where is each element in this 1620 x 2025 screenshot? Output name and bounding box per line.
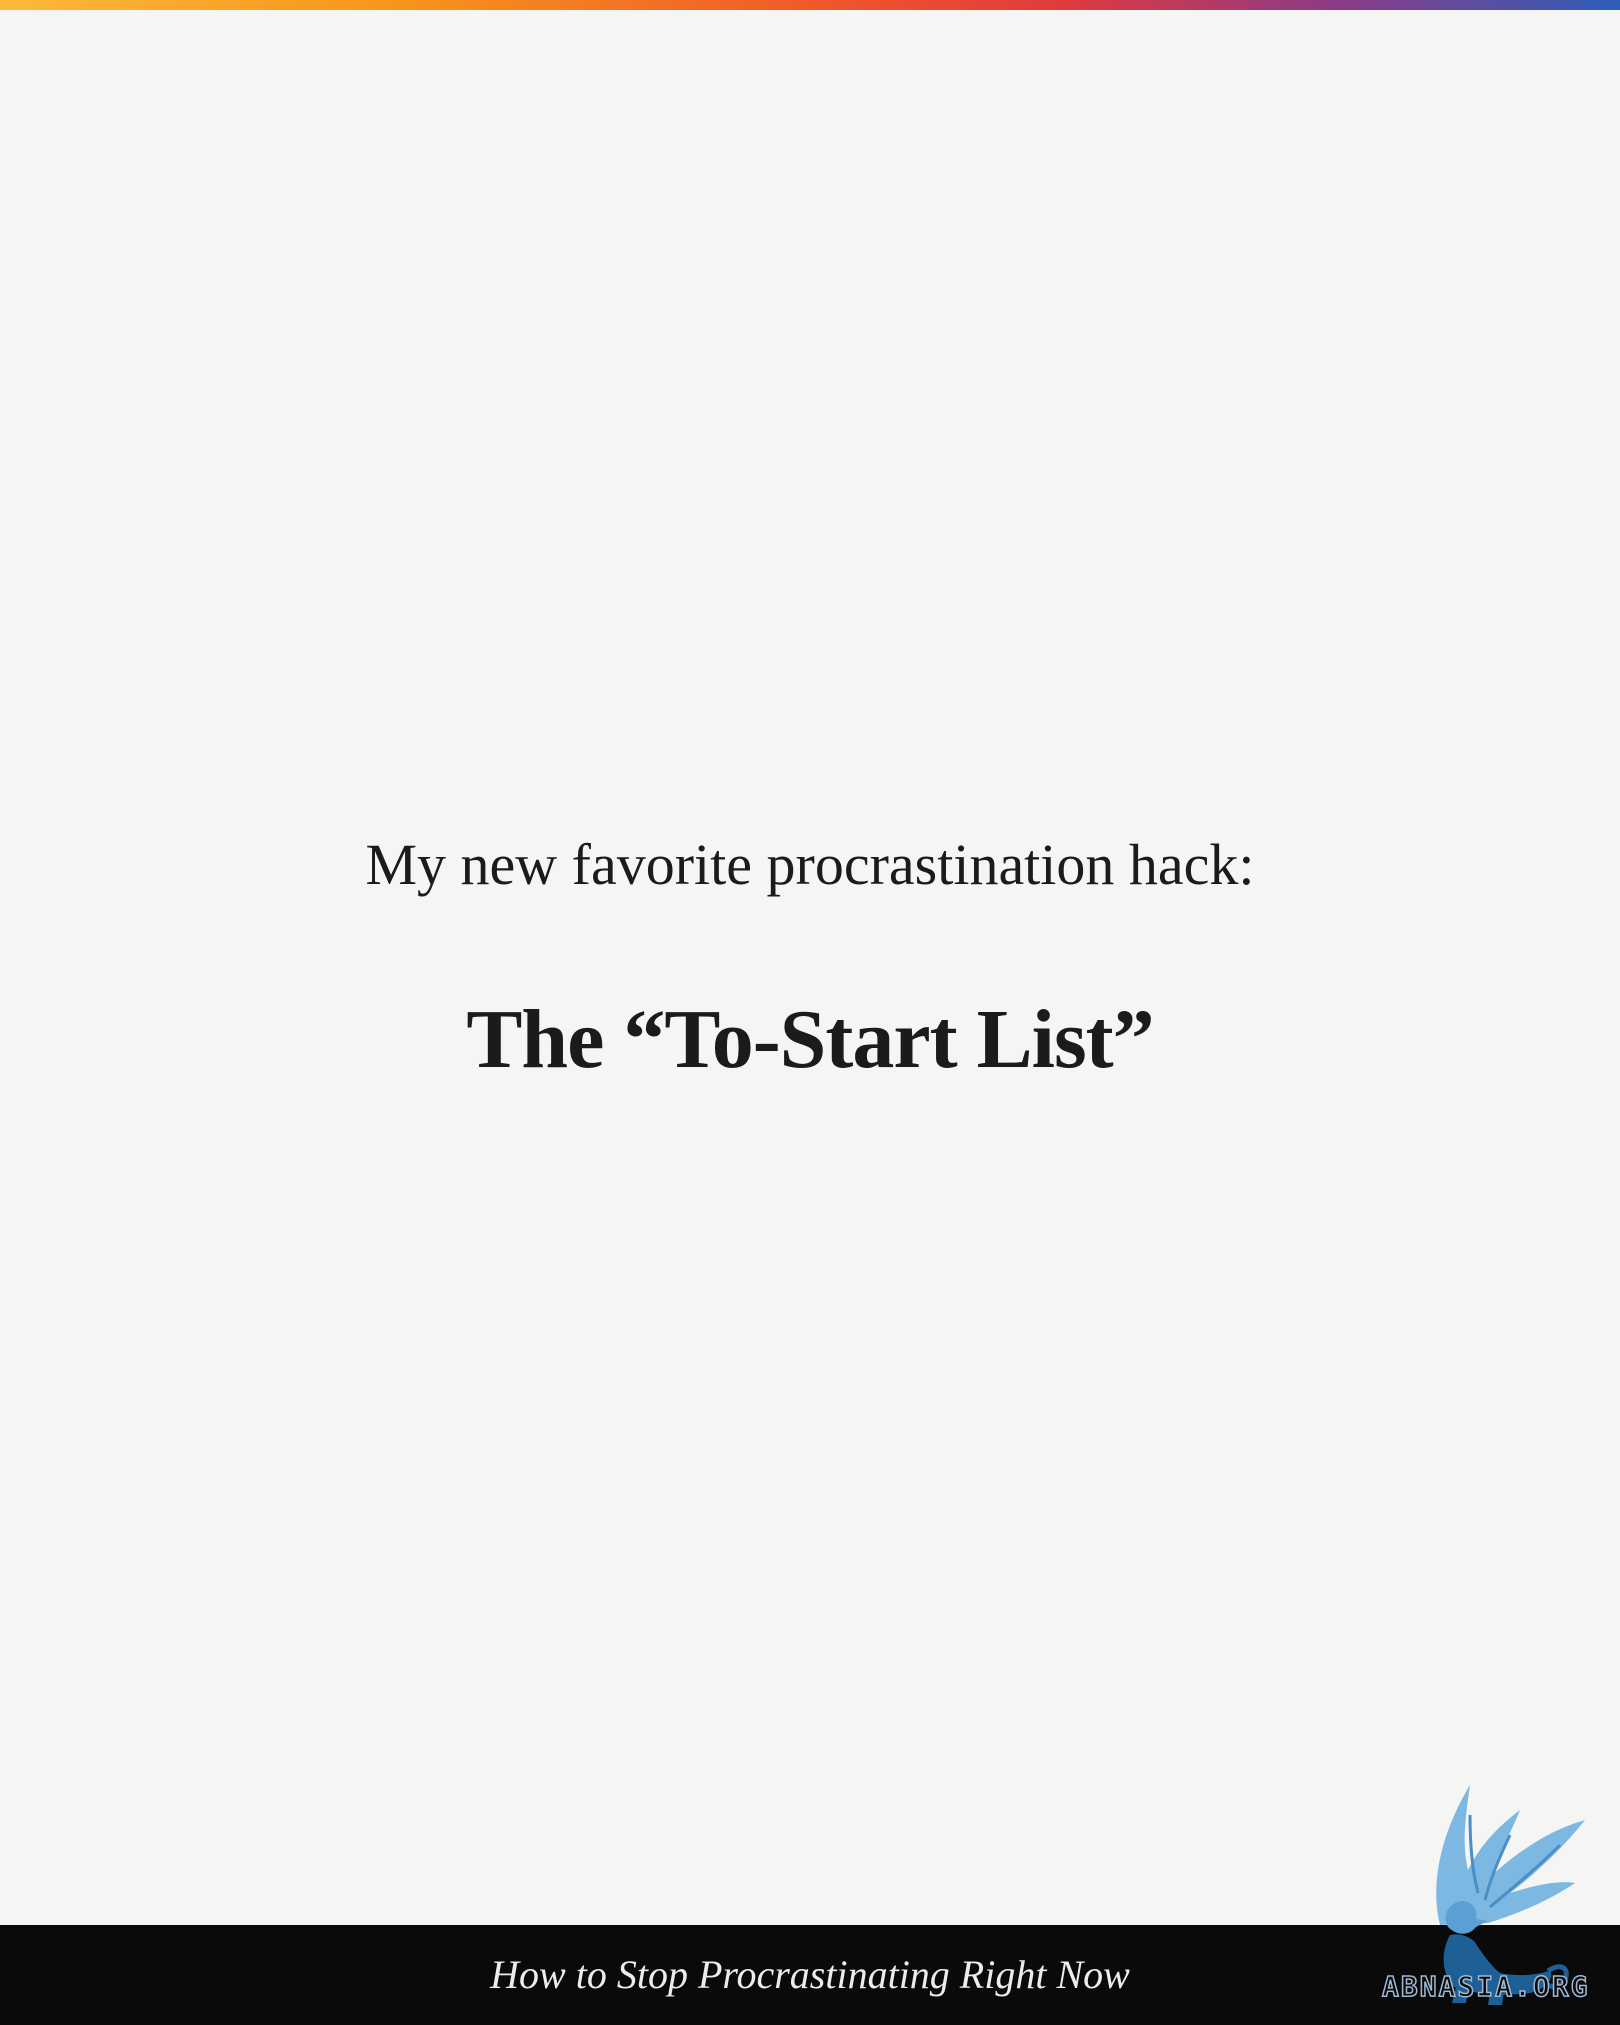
top-accent-bar [0,0,1620,10]
intro-text: My new favorite procrastination hack: [365,832,1255,897]
headline: The “To-Start List” [466,992,1154,1086]
slide-content: My new favorite procrastination hack: Th… [0,830,1620,1090]
watermark-text: ABNASIA.ORG [1381,1969,1590,2004]
